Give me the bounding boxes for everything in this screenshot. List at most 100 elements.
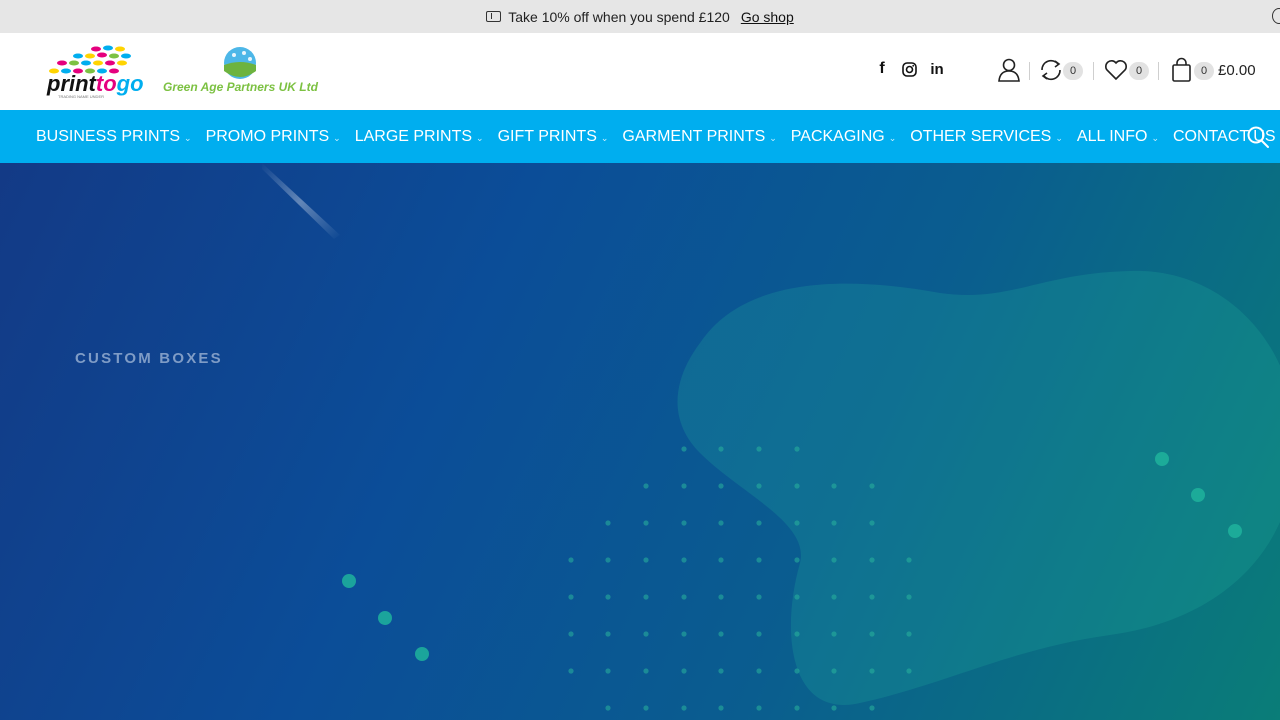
nav-item-other-services[interactable]: OTHER SERVICES ⌄	[910, 128, 1063, 146]
logo-dots-icon	[49, 45, 131, 74]
grid-dot	[831, 520, 837, 526]
grid-dot	[831, 483, 837, 489]
grid-dot	[794, 631, 800, 637]
grid-dot	[794, 483, 800, 489]
chevron-down-icon: ⌄	[600, 132, 609, 143]
grid-dot	[756, 631, 762, 637]
grid-dot	[718, 483, 724, 489]
grid-dot	[718, 557, 724, 563]
grid-dot	[643, 631, 649, 637]
facebook-icon[interactable]: f	[872, 59, 892, 79]
grid-dot	[681, 668, 687, 674]
promo-text: Take 10% off when you spend £120	[508, 8, 730, 25]
grid-dot	[869, 631, 875, 637]
grid-dot	[605, 668, 611, 674]
nav-item-label: PROMO PRINTS	[205, 127, 330, 145]
partner-name: Green Age Partners UK Ltd	[163, 80, 318, 94]
compare-count-badge: 0	[1063, 62, 1083, 80]
grid-dot	[605, 705, 611, 711]
nav-item-label: ALL INFO	[1076, 127, 1148, 145]
cart-count-badge: 0	[1194, 62, 1214, 80]
grid-dot	[869, 520, 875, 526]
user-icon[interactable]	[996, 57, 1022, 83]
grid-dot	[718, 594, 724, 600]
nav-item-all-info[interactable]: ALL INFO ⌄	[1077, 128, 1159, 146]
grid-dot	[794, 446, 800, 452]
grid-dot	[643, 594, 649, 600]
chevron-down-icon: ⌄	[476, 132, 484, 143]
grid-dot	[831, 594, 837, 600]
nav-item-garment-prints[interactable]: GARMENT PRINTS ⌄	[622, 128, 776, 146]
hero-banner: CUSTOM BOXES	[0, 163, 1280, 720]
nav-item-gift-prints[interactable]: GIFT PRINTS ⌄	[498, 128, 609, 146]
grid-dot	[681, 631, 687, 637]
nav-item-label: GIFT PRINTS	[497, 127, 597, 145]
instagram-icon[interactable]	[899, 59, 919, 79]
grid-dot	[906, 594, 912, 600]
nav-item-packaging[interactable]: PACKAGING ⌄	[791, 128, 897, 146]
grid-dot	[756, 594, 762, 600]
light-streak	[262, 163, 340, 239]
nav-item-large-prints[interactable]: LARGE PRINTS ⌄	[355, 128, 484, 146]
header-separator	[1158, 62, 1159, 80]
grid-dot	[906, 668, 912, 674]
heart-icon[interactable]	[1103, 57, 1129, 83]
chevron-down-icon: ⌄	[1055, 132, 1063, 143]
grid-dot	[869, 668, 875, 674]
grid-dot	[794, 520, 800, 526]
globe-icon	[224, 47, 256, 79]
nav-item-label: LARGE PRINTS	[354, 127, 473, 145]
shopping-bag-icon[interactable]	[1169, 57, 1195, 83]
chevron-down-icon: ⌄	[333, 132, 341, 143]
hero-eyebrow: CUSTOM BOXES	[75, 350, 223, 367]
nav-item-business-prints[interactable]: BUSINESS PRINTS ⌄	[36, 128, 192, 146]
close-icon[interactable]	[1272, 8, 1280, 24]
grid-dot	[568, 594, 574, 600]
partner-logo[interactable]: Green Age Partners UK Ltd	[160, 45, 320, 97]
grid-dot	[568, 557, 574, 563]
nav-item-label: OTHER SERVICES	[910, 127, 1052, 145]
chevron-down-icon: ⌄	[1151, 132, 1159, 143]
grid-dot	[831, 705, 837, 711]
site-header: printtogo TRADING NAME UNDER Green Age P…	[0, 33, 1280, 110]
cart-total[interactable]: £0.00	[1218, 62, 1256, 79]
grid-dot	[605, 557, 611, 563]
grid-dot	[718, 668, 724, 674]
grid-dot	[869, 483, 875, 489]
nav-item-label: GARMENT PRINTS	[622, 127, 766, 145]
printogo-logo[interactable]: printtogo TRADING NAME UNDER	[46, 45, 158, 101]
grid-dot	[643, 557, 649, 563]
grid-dot	[605, 520, 611, 526]
promo-bar: Take 10% off when you spend £120 Go shop	[0, 0, 1280, 33]
go-shop-link[interactable]: Go shop	[741, 9, 794, 25]
grid-dot	[718, 446, 724, 452]
grid-dot	[756, 446, 762, 452]
grid-dot	[605, 631, 611, 637]
grid-dot	[756, 520, 762, 526]
nav-item-promo-prints[interactable]: PROMO PRINTS ⌄	[206, 128, 341, 146]
grid-dot	[794, 668, 800, 674]
grid-dot	[681, 705, 687, 711]
linkedin-icon[interactable]: in	[927, 59, 947, 79]
grid-dot	[831, 668, 837, 674]
grid-dot	[756, 668, 762, 674]
grid-dot	[681, 520, 687, 526]
grid-dot	[906, 557, 912, 563]
wishlist-count-badge: 0	[1129, 62, 1149, 80]
grid-dot	[643, 483, 649, 489]
compare-icon[interactable]	[1038, 57, 1064, 83]
grid-dot	[756, 705, 762, 711]
grid-dot	[906, 631, 912, 637]
ticket-icon	[486, 11, 502, 22]
grid-dot	[718, 520, 724, 526]
grid-dot	[643, 520, 649, 526]
hero-blob-shape	[677, 270, 1280, 705]
nav-item-label: BUSINESS PRINTS	[36, 127, 181, 145]
logo-tagline: TRADING NAME UNDER	[58, 94, 104, 99]
grid-dot	[794, 705, 800, 711]
chevron-down-icon: ⌄	[769, 132, 777, 143]
grid-dot	[831, 631, 837, 637]
grid-dot	[643, 705, 649, 711]
search-icon[interactable]	[1246, 125, 1270, 149]
chevron-down-icon: ⌄	[888, 132, 897, 143]
